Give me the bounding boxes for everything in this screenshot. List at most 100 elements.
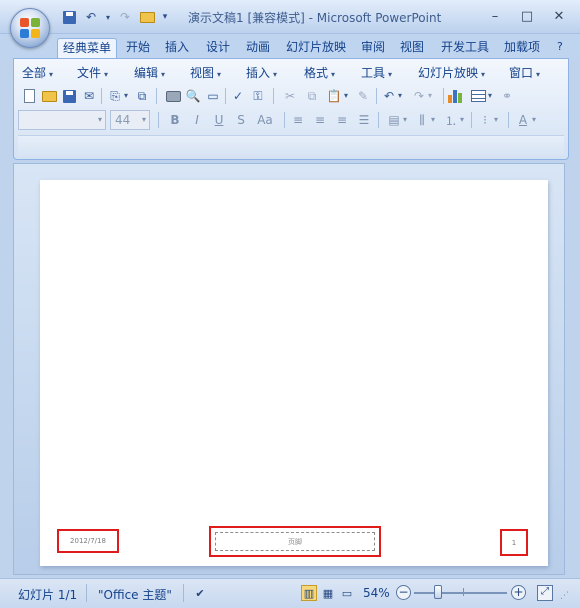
- tab-addins[interactable]: 加载项: [499, 38, 545, 58]
- formatting-toolbar: ▾ 44 ▾ B I U S Aa ≡ ≡ ≡ ☰ ▤ ▾ ⫼ ▾ ⒈ ▾ ⁝ …: [18, 109, 566, 131]
- hyperlink-icon[interactable]: ⚭: [498, 87, 516, 105]
- font-color-icon[interactable]: A: [514, 111, 532, 129]
- undo-dropdown-icon[interactable]: ▾: [104, 8, 112, 26]
- justify-icon[interactable]: ☰: [355, 111, 373, 129]
- cut-icon[interactable]: ✂: [281, 87, 299, 105]
- text-direction-icon[interactable]: ▤: [385, 111, 403, 129]
- zoom-level[interactable]: 54%: [363, 586, 390, 600]
- menu-edit[interactable]: 编辑 ▾: [134, 63, 165, 83]
- tab-review[interactable]: 审阅: [356, 38, 390, 58]
- chevron-down-icon[interactable]: ▾: [488, 87, 492, 105]
- change-case-button[interactable]: Aa: [254, 111, 276, 129]
- chevron-down-icon[interactable]: ▾: [431, 111, 435, 129]
- undo-icon[interactable]: ↶: [82, 8, 100, 26]
- format-painter-icon[interactable]: ✎: [354, 87, 372, 105]
- date-placeholder[interactable]: 2012/7/18: [57, 529, 119, 553]
- toolbar-divider: [273, 88, 274, 104]
- permission-icon[interactable]: ✉: [80, 87, 98, 105]
- footer-placeholder[interactable]: 页脚: [215, 532, 375, 551]
- menu-view[interactable]: 视图 ▾: [190, 63, 221, 83]
- resize-grip-icon[interactable]: ⋰: [560, 591, 574, 605]
- office-button[interactable]: [10, 8, 50, 48]
- new-document-icon[interactable]: [20, 87, 38, 105]
- redo-icon[interactable]: ↷: [410, 87, 428, 105]
- menu-file[interactable]: 文件 ▾: [77, 63, 108, 83]
- insert-table-icon[interactable]: [469, 87, 487, 105]
- tab-developer[interactable]: 开发工具: [436, 38, 494, 58]
- chevron-down-icon[interactable]: ▾: [428, 87, 432, 105]
- chevron-down-icon[interactable]: ▾: [403, 111, 407, 129]
- menu-tools-label: 工具: [361, 66, 386, 80]
- tab-design[interactable]: 设计: [201, 38, 235, 58]
- insert-chart-icon[interactable]: [447, 87, 465, 105]
- print-icon[interactable]: [164, 87, 182, 105]
- slide-view-icon[interactable]: ▭: [204, 87, 222, 105]
- menu-tools[interactable]: 工具 ▾: [361, 63, 392, 83]
- zoom-out-button[interactable]: −: [396, 585, 411, 600]
- chevron-down-icon[interactable]: ▾: [344, 87, 348, 105]
- fit-to-window-icon[interactable]: ⤢: [537, 585, 553, 601]
- tab-home[interactable]: 开始: [121, 38, 155, 58]
- tab-insert[interactable]: 插入: [160, 38, 194, 58]
- date-text: 2012/7/18: [70, 537, 106, 545]
- align-center-icon[interactable]: ≡: [311, 111, 329, 129]
- font-name-select[interactable]: ▾: [18, 110, 106, 130]
- numbered-list-icon[interactable]: ⒈: [442, 111, 460, 129]
- tab-classic-menu[interactable]: 经典菜单: [57, 38, 118, 58]
- save-icon[interactable]: [60, 8, 78, 26]
- shadow-button[interactable]: S: [232, 111, 250, 129]
- chevron-down-icon: ▾: [217, 70, 222, 79]
- align-right-icon[interactable]: ≡: [333, 111, 351, 129]
- tab-animation[interactable]: 动画: [241, 38, 275, 58]
- close-button[interactable]: ✕: [544, 6, 574, 26]
- chevron-down-icon: ▾: [104, 70, 109, 79]
- chevron-down-icon[interactable]: ▾: [494, 111, 498, 129]
- slide-number-placeholder[interactable]: 1: [500, 529, 528, 556]
- font-size-select[interactable]: 44 ▾: [110, 110, 150, 130]
- maximize-button[interactable]: □: [512, 6, 542, 26]
- chevron-down-icon[interactable]: ▾: [124, 87, 128, 105]
- chevron-down-icon[interactable]: ▾: [532, 111, 536, 129]
- menu-window[interactable]: 窗口 ▾: [509, 63, 540, 83]
- menu-format[interactable]: 格式 ▾: [304, 63, 335, 83]
- help-icon[interactable]: ?: [552, 38, 568, 58]
- research-icon[interactable]: ⧉: [133, 87, 151, 105]
- open-icon[interactable]: [138, 8, 156, 26]
- slide-sorter-icon[interactable]: ▦: [320, 585, 336, 601]
- menu-slideshow[interactable]: 幻灯片放映 ▾: [418, 63, 485, 83]
- zoom-in-button[interactable]: +: [511, 585, 526, 600]
- menu-all[interactable]: 全部 ▾: [22, 63, 53, 83]
- spelling-icon[interactable]: ✓: [229, 87, 247, 105]
- copy-icon[interactable]: ⧉: [303, 87, 321, 105]
- slideshow-view-icon[interactable]: ▭: [339, 585, 355, 601]
- save-icon[interactable]: [60, 87, 78, 105]
- open-icon[interactable]: [40, 87, 58, 105]
- redo-icon[interactable]: ↷: [116, 8, 134, 26]
- align-left-icon[interactable]: ≡: [289, 111, 307, 129]
- tab-view[interactable]: 视图: [395, 38, 429, 58]
- underline-button[interactable]: U: [210, 111, 228, 129]
- menu-insert[interactable]: 插入 ▾: [246, 63, 277, 83]
- spell-check-icon[interactable]: ✔: [192, 585, 208, 601]
- bullet-list-icon[interactable]: ⁝: [476, 111, 494, 129]
- italic-button[interactable]: I: [188, 111, 206, 129]
- chevron-down-icon[interactable]: ▾: [460, 111, 464, 129]
- undo-icon[interactable]: ↶: [380, 87, 398, 105]
- export-pdf-icon[interactable]: ⎘: [106, 87, 124, 105]
- bold-button[interactable]: B: [166, 111, 184, 129]
- slide-canvas[interactable]: 2012/7/18 页脚 1: [40, 180, 548, 566]
- print-preview-icon[interactable]: 🔍: [184, 87, 202, 105]
- chevron-down-icon[interactable]: ▾: [398, 87, 402, 105]
- normal-view-icon[interactable]: ▥: [301, 585, 317, 601]
- line-spacing-icon[interactable]: ⫼: [413, 111, 431, 129]
- footer-text: 页脚: [288, 537, 302, 546]
- theme-name[interactable]: "Office 主题": [98, 586, 172, 603]
- status-divider: [183, 584, 184, 602]
- customize-icon[interactable]: ▾: [160, 8, 170, 26]
- paste-icon[interactable]: 📋: [325, 87, 343, 105]
- tab-slideshow[interactable]: 幻灯片放映: [281, 38, 351, 58]
- zoom-slider[interactable]: [414, 592, 507, 594]
- minimize-button[interactable]: –: [480, 6, 510, 26]
- thesaurus-icon[interactable]: ⚿: [249, 87, 267, 105]
- zoom-slider-thumb[interactable]: [434, 585, 442, 599]
